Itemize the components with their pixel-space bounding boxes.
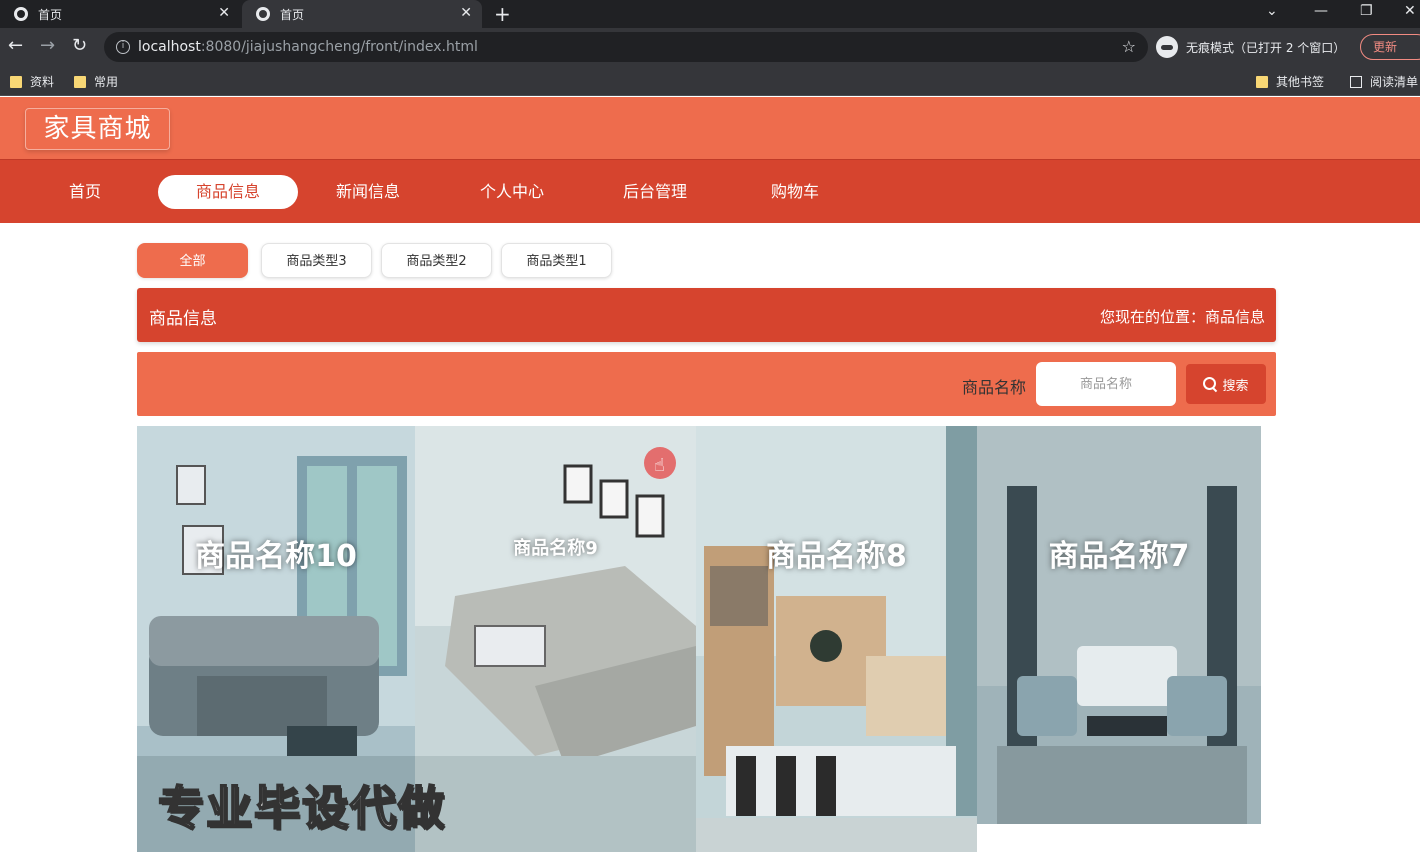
url-path: :8080/jiajushangcheng/front/index.html: [200, 39, 478, 55]
nav-profile[interactable]: 个人中心: [442, 175, 582, 209]
other-bookmarks[interactable]: 其他书签: [1256, 73, 1324, 90]
nav-products[interactable]: 商品信息: [158, 175, 298, 209]
bookmark-label: 其他书签: [1276, 75, 1325, 89]
search-button-label: 搜索: [1222, 378, 1249, 394]
reading-list[interactable]: 阅读清单: [1350, 73, 1418, 90]
folder-icon: [1256, 75, 1268, 88]
product-name: 商品名称9: [513, 538, 598, 559]
product-image: [977, 426, 1261, 852]
nav-home[interactable]: 首页: [15, 175, 155, 209]
category-type2[interactable]: 商品类型2: [381, 243, 492, 278]
close-icon[interactable]: ✕: [218, 5, 230, 21]
page-title: 商品信息: [149, 309, 217, 329]
browser-toolbar: ← → ↻ i localhost :8080/jiajushangcheng/…: [0, 28, 1420, 66]
category-type3[interactable]: 商品类型3: [261, 243, 372, 278]
product-name: 商品名称8: [766, 539, 907, 574]
address-bar[interactable]: i localhost :8080/jiajushangcheng/front/…: [104, 32, 1148, 62]
product-name: 商品名称7: [1048, 539, 1190, 574]
product-card[interactable]: 商品名称7: [977, 426, 1261, 852]
folder-icon: [74, 75, 86, 88]
site-logo[interactable]: 家具商城: [25, 108, 170, 150]
update-button[interactable]: 更新: [1360, 34, 1420, 60]
globe-icon: [256, 7, 270, 21]
watermark: 专业毕设代做: [157, 780, 446, 836]
pointer-cursor-icon: [644, 447, 676, 479]
nav-cart[interactable]: 购物车: [725, 175, 865, 209]
tab-title: 首页: [38, 7, 63, 22]
incognito-indicator[interactable]: 无痕模式（已打开 2 个窗口）: [1156, 33, 1345, 61]
nav-news[interactable]: 新闻信息: [298, 175, 438, 209]
globe-icon: [14, 7, 28, 21]
tab-search-icon[interactable]: ⌄: [1266, 3, 1278, 19]
browser-tab-2[interactable]: 首页 ✕: [242, 0, 482, 28]
product-name: 商品名称10: [195, 539, 357, 574]
product-image: [696, 426, 977, 852]
search-bar: 商品名称 搜索: [137, 352, 1276, 416]
search-button[interactable]: 搜索: [1186, 364, 1266, 404]
reading-list-icon: [1350, 75, 1362, 88]
bookmark-star-icon[interactable]: ☆: [1122, 37, 1136, 56]
product-card[interactable]: 商品名称9: [415, 426, 696, 852]
product-image: [415, 426, 696, 852]
current-location: 您现在的位置：商品信息: [1099, 308, 1265, 326]
reload-icon[interactable]: ↻: [72, 36, 87, 56]
window-close-icon[interactable]: ✕: [1404, 3, 1416, 19]
main-nav: 首页 商品信息 新闻信息 个人中心 后台管理 购物车: [0, 159, 1420, 223]
product-card[interactable]: 商品名称8: [696, 426, 977, 852]
restore-icon[interactable]: ❐: [1360, 3, 1373, 19]
new-tab-icon[interactable]: +: [494, 2, 511, 26]
bookmarks-bar: 资料 常用 其他书签 阅读清单: [0, 66, 1420, 96]
site-info-icon[interactable]: i: [116, 40, 130, 54]
search-input[interactable]: [1036, 362, 1176, 406]
close-icon[interactable]: ✕: [460, 5, 472, 21]
bookmark-label: 资料: [30, 75, 55, 89]
search-label: 商品名称: [962, 378, 1027, 397]
back-icon[interactable]: ←: [8, 36, 23, 56]
breadcrumb: 商品信息 您现在的位置：商品信息: [137, 288, 1276, 342]
folder-icon: [10, 75, 22, 88]
incognito-label: 无痕模式（已打开 2 个窗口）: [1186, 40, 1346, 55]
tab-title: 首页: [280, 7, 305, 22]
browser-tab-bar: 首页 ✕ 首页 ✕ + ⌄ — ❐ ✕: [0, 0, 1420, 28]
site-header: 家具商城: [0, 97, 1420, 159]
bookmark-folder[interactable]: 常用: [74, 73, 118, 90]
category-type1[interactable]: 商品类型1: [501, 243, 612, 278]
bookmark-label: 阅读清单: [1370, 75, 1419, 89]
bookmark-folder[interactable]: 资料: [10, 73, 54, 90]
browser-tab-1[interactable]: 首页 ✕: [0, 0, 240, 28]
category-all[interactable]: 全部: [137, 243, 248, 278]
bookmark-label: 常用: [94, 75, 119, 89]
search-icon: [1203, 377, 1217, 391]
nav-admin[interactable]: 后台管理: [585, 175, 725, 209]
forward-icon[interactable]: →: [40, 36, 55, 56]
url-host: localhost: [138, 39, 201, 55]
minimize-icon[interactable]: —: [1314, 3, 1328, 19]
incognito-icon: [1156, 36, 1178, 58]
